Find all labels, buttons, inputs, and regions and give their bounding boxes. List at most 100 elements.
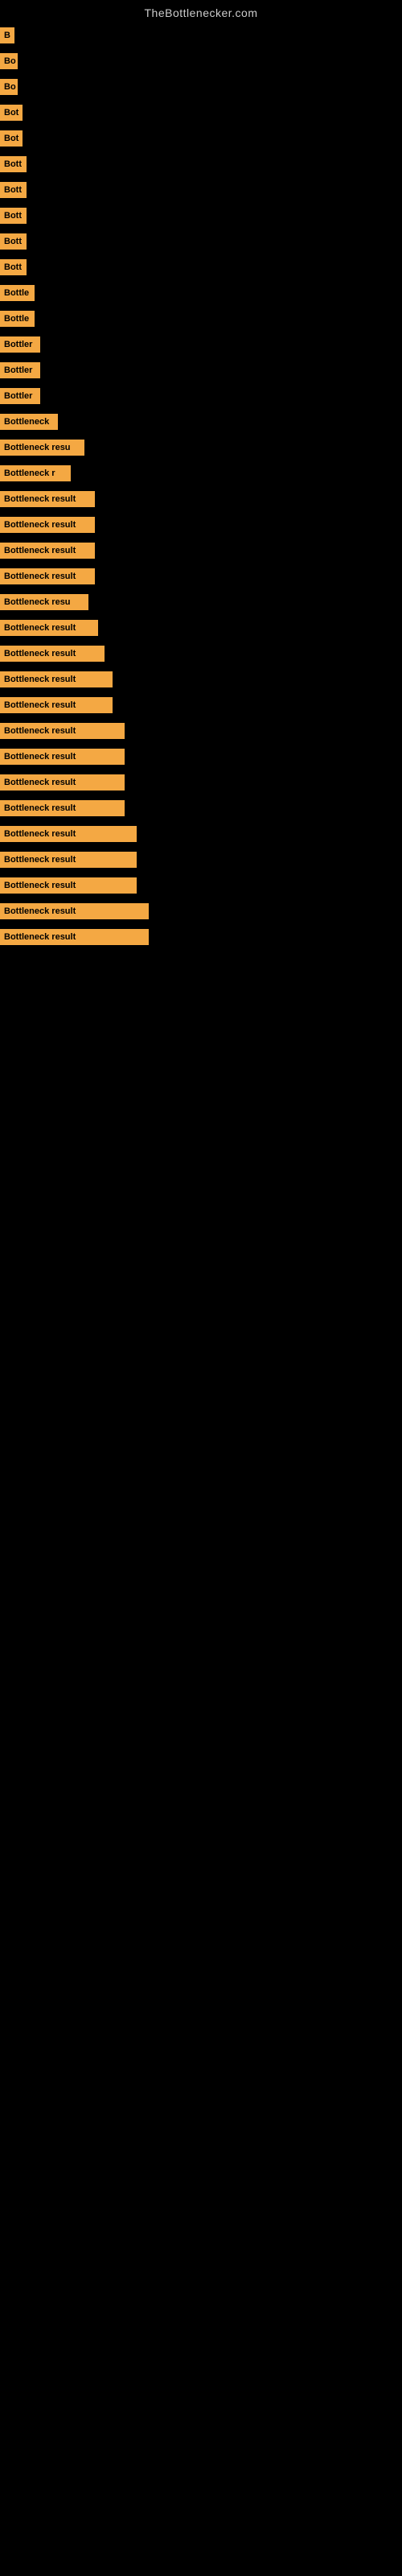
bar-fill [40, 336, 402, 353]
bottleneck-label: Bottleneck [0, 414, 58, 430]
list-item: Bot [0, 100, 402, 126]
bottleneck-label: Bottleneck result [0, 646, 105, 662]
list-item: Bottleneck result [0, 615, 402, 641]
list-item: Bottleneck result [0, 486, 402, 512]
list-item: Bottleneck resu [0, 435, 402, 460]
bar-fill [95, 491, 402, 507]
list-item: Bottler [0, 332, 402, 357]
list-item: Bottleneck result [0, 667, 402, 692]
bottleneck-label: Bo [0, 79, 18, 95]
bottleneck-label: Bottleneck result [0, 723, 125, 739]
bottleneck-label: Bottleneck result [0, 852, 137, 868]
bar-fill [14, 27, 402, 43]
bar-fill [125, 749, 402, 765]
bar-fill [95, 543, 402, 559]
list-item: Bott [0, 203, 402, 229]
bottleneck-label: Bottleneck result [0, 929, 149, 945]
bar-fill [137, 877, 402, 894]
list-item: Bottleneck result [0, 924, 402, 950]
bottleneck-label: Bottleneck result [0, 774, 125, 791]
bar-fill [18, 79, 402, 95]
bar-fill [125, 800, 402, 816]
bottleneck-label: Bottleneck result [0, 749, 125, 765]
list-item: Bottleneck result [0, 770, 402, 795]
bottleneck-label: Bottleneck resu [0, 440, 84, 456]
bottleneck-label: Bot [0, 105, 23, 121]
bottleneck-label: B [0, 27, 14, 43]
bar-fill [27, 259, 402, 275]
list-item: Bottleneck result [0, 564, 402, 589]
bottleneck-label: Bott [0, 182, 27, 198]
list-item: Bottleneck result [0, 692, 402, 718]
bottleneck-label: Bottle [0, 311, 35, 327]
list-item: Bottleneck result [0, 873, 402, 898]
bottleneck-label: Bottleneck result [0, 903, 149, 919]
bottleneck-label: Bo [0, 53, 18, 69]
bar-fill [105, 646, 402, 662]
list-item: Bott [0, 254, 402, 280]
bar-fill [113, 671, 402, 687]
bar-fill [40, 362, 402, 378]
list-item: Bottleneck result [0, 641, 402, 667]
bottleneck-label: Bottleneck resu [0, 594, 88, 610]
bottleneck-label: Bottleneck result [0, 826, 137, 842]
bottleneck-label: Bottleneck result [0, 697, 113, 713]
bar-fill [35, 311, 402, 327]
list-item: Bottleneck result [0, 795, 402, 821]
list-item: Bottleneck result [0, 718, 402, 744]
list-item: Bottleneck result [0, 898, 402, 924]
bottleneck-label: Bottler [0, 336, 40, 353]
list-item: Bottleneck result [0, 512, 402, 538]
bottleneck-label: Bottleneck result [0, 671, 113, 687]
bar-fill [27, 208, 402, 224]
list-item: Bot [0, 126, 402, 151]
bar-fill [125, 774, 402, 791]
bottleneck-label: Bottleneck result [0, 491, 95, 507]
list-item: Bottleneck result [0, 538, 402, 564]
list-item: Bottle [0, 306, 402, 332]
list-item: Bottleneck result [0, 847, 402, 873]
bar-fill [149, 903, 402, 919]
list-item: Bottleneck resu [0, 589, 402, 615]
bar-fill [27, 233, 402, 250]
bar-fill [23, 105, 402, 121]
bar-fill [27, 156, 402, 172]
bar-fill [125, 723, 402, 739]
list-item: Bott [0, 151, 402, 177]
bottleneck-label: Bot [0, 130, 23, 147]
bar-fill [35, 285, 402, 301]
list-item: Bo [0, 48, 402, 74]
bottleneck-label: Bottler [0, 388, 40, 404]
list-item: B [0, 23, 402, 48]
bottleneck-label: Bott [0, 208, 27, 224]
bottleneck-label: Bott [0, 259, 27, 275]
list-item: Bott [0, 229, 402, 254]
bottleneck-label: Bottler [0, 362, 40, 378]
bar-fill [23, 130, 402, 147]
bar-fill [149, 929, 402, 945]
bar-fill [71, 465, 402, 481]
bar-fill [137, 826, 402, 842]
bottleneck-label: Bottleneck result [0, 877, 137, 894]
bar-fill [88, 594, 402, 610]
list-item: Bottleneck r [0, 460, 402, 486]
bottleneck-label: Bottleneck result [0, 800, 125, 816]
bar-fill [95, 568, 402, 584]
bar-fill [27, 182, 402, 198]
list-item: Bottleneck result [0, 744, 402, 770]
bar-fill [113, 697, 402, 713]
bottleneck-label: Bottleneck result [0, 517, 95, 533]
list-item: Bottle [0, 280, 402, 306]
list-item: Bottler [0, 383, 402, 409]
list-item: Bottler [0, 357, 402, 383]
bar-fill [40, 388, 402, 404]
bottleneck-label: Bott [0, 156, 27, 172]
bottleneck-label: Bottleneck result [0, 620, 98, 636]
site-title: TheBottlenecker.com [0, 0, 402, 23]
bottleneck-label: Bottleneck result [0, 543, 95, 559]
list-item: Bott [0, 177, 402, 203]
bar-fill [58, 414, 402, 430]
bottleneck-label: Bottle [0, 285, 35, 301]
bar-fill [84, 440, 402, 456]
bottleneck-label: Bott [0, 233, 27, 250]
